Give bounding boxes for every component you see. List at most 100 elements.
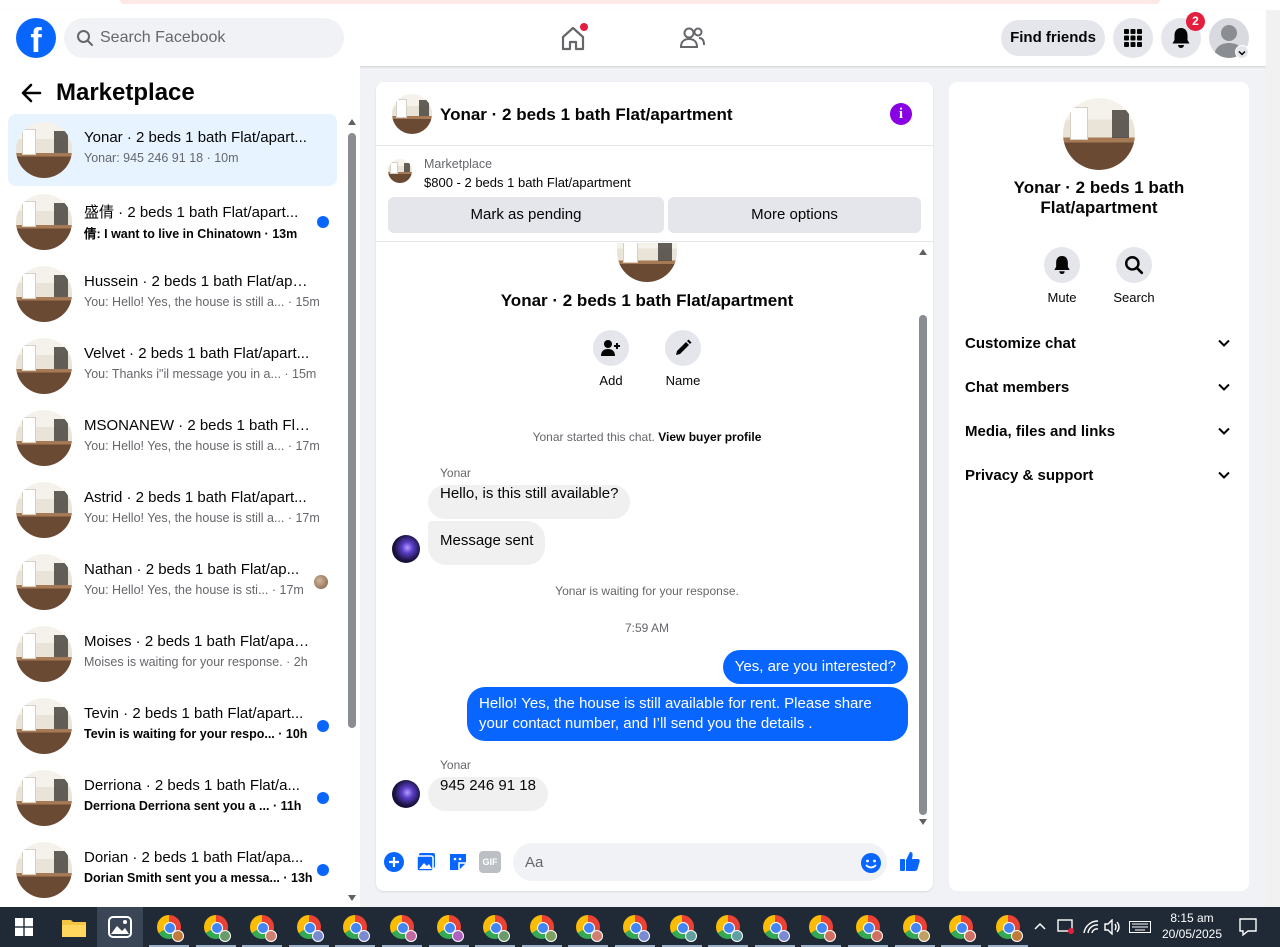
outgoing-message[interactable]: Hello! Yes, the house is still available… (467, 687, 908, 741)
chrome-window-icon[interactable] (669, 915, 697, 942)
page-scrollbar[interactable] (1266, 10, 1280, 907)
chrome-window-icon[interactable] (995, 915, 1023, 942)
chrome-window-icon[interactable] (436, 915, 464, 942)
scroll-up-icon[interactable] (919, 249, 927, 255)
emoji-icon[interactable] (860, 852, 882, 874)
privacy-support-section[interactable]: Privacy & support (957, 454, 1241, 498)
photo-icon[interactable] (415, 851, 437, 873)
chat-title[interactable]: Yonar · 2 beds 1 bath Flat/apartment (440, 105, 733, 125)
chat-listing-thumbnail[interactable] (392, 94, 432, 134)
message-input[interactable] (513, 843, 887, 881)
chrome-window-icon[interactable] (390, 915, 417, 942)
chat-started-notice: Yonar started this chat. View buyer prof… (376, 430, 918, 444)
chrome-window-icon[interactable] (762, 915, 790, 942)
plus-circle-icon[interactable] (383, 851, 405, 873)
conversation-preview: Tevin is waiting for your respo... · 10h (84, 727, 308, 741)
section-label: Media, files and links (965, 423, 1116, 440)
mute-action[interactable]: Mute (1032, 247, 1092, 305)
gif-icon[interactable]: GIF (479, 851, 501, 873)
customize-chat-section[interactable]: Customize chat (957, 322, 1241, 366)
chrome-window-icon[interactable] (343, 915, 371, 942)
conversation-item[interactable]: Tevin · 2 beds 1 bath Flat/apart... Tevin… (8, 690, 337, 762)
add-action[interactable]: Add (581, 330, 641, 388)
chrome-window-icon[interactable] (296, 915, 324, 942)
conversation-item[interactable]: 盛倩 · 2 beds 1 bath Flat/apart... 倩: I wan… (8, 186, 337, 258)
menu-button[interactable] (1113, 18, 1153, 58)
chat-scrollbar[interactable] (917, 243, 929, 835)
search-input[interactable] (100, 18, 330, 58)
search-box[interactable] (64, 18, 344, 58)
facebook-logo[interactable]: f (16, 18, 56, 58)
chrome-window-icon[interactable] (809, 915, 837, 942)
conversation-item[interactable]: Hussein · 2 beds 1 bath Flat/apa... You: … (8, 258, 337, 330)
chrome-window-icon[interactable] (483, 915, 511, 942)
file-explorer-icon[interactable] (62, 917, 86, 937)
conversation-item[interactable]: Derriona · 2 beds 1 bath Flat/a... Derrio… (8, 762, 337, 834)
unread-dot (317, 216, 329, 228)
chrome-window-icon[interactable] (716, 915, 744, 942)
outgoing-message[interactable]: Yes, are you interested? (722, 650, 908, 684)
windows-start-icon[interactable] (15, 918, 33, 936)
taskbar-clock[interactable]: 8:15 am 20/05/2025 (1160, 910, 1224, 942)
more-options-button[interactable]: More options (668, 197, 921, 233)
listing-title[interactable]: $800 - 2 beds 1 bath Flat/apartment (424, 175, 631, 190)
search-action[interactable]: Search (1104, 247, 1164, 305)
conversation-name: Hussein · 2 beds 1 bath Flat/apa... (84, 273, 312, 290)
account-chevron-icon[interactable] (1235, 45, 1249, 59)
message-thread: Yonar · 2 beds 1 bath Flat/apartment Add… (376, 243, 933, 835)
scroll-up-icon[interactable] (348, 119, 356, 125)
scroll-down-icon[interactable] (919, 819, 927, 825)
chrome-window-icon[interactable] (203, 915, 231, 942)
media-files-links-section[interactable]: Media, files and links (957, 410, 1241, 454)
view-buyer-profile-link[interactable]: View buyer profile (658, 430, 761, 444)
back-arrow-icon[interactable] (20, 82, 42, 104)
conversation-item[interactable]: MSONANEW · 2 beds 1 bath Flat... You: Hel… (8, 402, 337, 474)
notification-center-icon[interactable] (1239, 918, 1257, 936)
sidebar-scroll-thumb[interactable] (348, 133, 356, 728)
sidebar-scrollbar[interactable] (346, 116, 358, 907)
find-friends-button[interactable]: Find friends (1001, 20, 1105, 56)
conversation-item[interactable]: Dorian · 2 beds 1 bath Flat/apa... Dorian… (8, 834, 337, 906)
message-composer: GIF (376, 835, 933, 891)
photos-app-button[interactable] (97, 907, 143, 947)
sender-avatar[interactable] (392, 535, 420, 563)
chrome-window-icon[interactable] (250, 915, 278, 942)
volume-icon[interactable] (1104, 919, 1122, 935)
sticker-icon[interactable] (447, 851, 469, 873)
info-icon[interactable]: i (890, 103, 912, 125)
name-action[interactable]: Name (653, 330, 713, 388)
conversation-item[interactable]: Yonar · 2 beds 1 bath Flat/apart... Yonar… (8, 114, 337, 186)
incoming-message[interactable]: Message sent (428, 521, 546, 565)
chrome-window-icon[interactable] (949, 915, 977, 942)
chrome-window-icon[interactable] (529, 915, 557, 942)
conversation-preview: Dorian Smith sent you a messa... · 13h (84, 871, 313, 885)
like-thumb-icon[interactable] (899, 850, 921, 872)
conversation-item[interactable]: Moises · 2 beds 1 bath Flat/apart... Mois… (8, 618, 337, 690)
device-icon[interactable] (1057, 919, 1075, 935)
mark-as-pending-button[interactable]: Mark as pending (388, 197, 664, 233)
chat-scroll-thumb[interactable] (919, 315, 927, 815)
conversation-item[interactable]: Nathan · 2 beds 1 bath Flat/ap... You: He… (8, 546, 337, 618)
show-hidden-icons-icon[interactable] (1034, 922, 1046, 930)
search-icon (1125, 255, 1144, 275)
sender-avatar[interactable] (392, 780, 420, 808)
wifi-icon[interactable] (1082, 919, 1100, 935)
chat-members-section[interactable]: Chat members (957, 366, 1241, 410)
conversation-preview: Moises is waiting for your response. · 2… (84, 655, 308, 669)
chrome-window-icon[interactable] (856, 915, 883, 942)
conversation-item[interactable]: Velvet · 2 beds 1 bath Flat/apart... You:… (8, 330, 337, 402)
chrome-window-icon[interactable] (623, 915, 650, 942)
incoming-message[interactable]: Hello, is this still available? (428, 485, 631, 519)
chrome-window-icon[interactable] (902, 915, 930, 942)
friends-icon[interactable] (674, 20, 710, 56)
keyboard-icon[interactable] (1129, 921, 1151, 933)
notification-count-badge: 2 (1186, 12, 1205, 31)
sidebar-title: Marketplace (56, 79, 195, 106)
listing-thumbnail[interactable] (388, 159, 412, 183)
conversation-item[interactable]: Astrid · 2 beds 1 bath Flat/apart... You:… (8, 474, 337, 546)
incoming-message[interactable]: 945 246 91 18 (428, 777, 548, 811)
name-label: Name (665, 373, 701, 388)
chrome-window-icon[interactable] (157, 915, 184, 942)
scroll-down-icon[interactable] (348, 895, 356, 901)
chrome-window-icon[interactable] (576, 915, 604, 942)
